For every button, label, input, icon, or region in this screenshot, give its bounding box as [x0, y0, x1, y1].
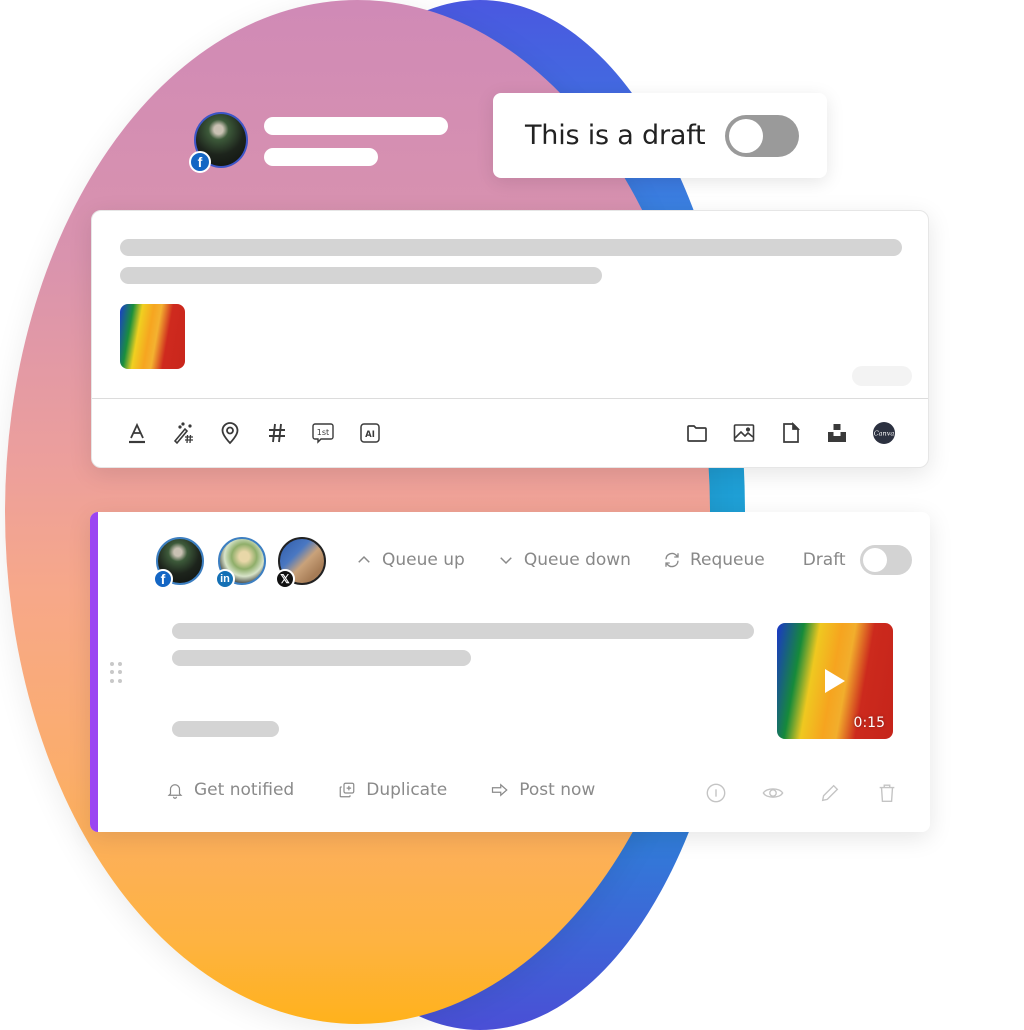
character-counter	[852, 366, 912, 386]
x-icon: 𝕏	[275, 569, 295, 589]
get-notified-label: Get notified	[194, 780, 295, 800]
facebook-icon: f	[189, 151, 211, 173]
draft-toggle[interactable]	[859, 545, 912, 575]
account-name-placeholder	[264, 117, 448, 135]
chevron-up-icon	[358, 555, 370, 563]
unsplash-icon[interactable]	[823, 419, 851, 447]
queue-post-card[interactable]: f in 𝕏 Queue up Queue down Requeue Draft…	[90, 512, 930, 832]
duplicate-button[interactable]: Duplicate	[338, 780, 447, 800]
drag-handle-icon[interactable]	[110, 662, 122, 684]
toggle-knob	[862, 548, 887, 572]
queue-down-button[interactable]: Queue down	[497, 550, 631, 570]
refresh-icon	[665, 552, 679, 568]
post-footer-actions: Get notified Duplicate Post now	[166, 780, 639, 800]
video-thumbnail[interactable]: 0:15	[777, 623, 893, 739]
text-placeholder-line	[120, 267, 602, 284]
queue-up-label: Queue up	[382, 550, 465, 570]
text-placeholder-line	[172, 721, 279, 737]
document-icon[interactable]	[777, 419, 805, 447]
text-placeholder-line	[172, 623, 754, 639]
draft-card: This is a draft	[493, 93, 827, 178]
trash-icon[interactable]	[876, 782, 898, 804]
post-status-accent	[90, 512, 98, 832]
image-icon[interactable]	[730, 419, 758, 447]
draft-toggle[interactable]	[725, 114, 800, 157]
text-placeholder-line	[120, 239, 902, 256]
composer-toolbar: 1st AI Canva	[92, 399, 928, 469]
draft-label: This is a draft	[525, 120, 706, 151]
svg-text:Canva: Canva	[874, 430, 895, 438]
account-handle-placeholder	[264, 148, 378, 166]
duplicate-label: Duplicate	[366, 780, 448, 800]
queue-up-button[interactable]: Queue up	[355, 550, 465, 570]
text-format-icon[interactable]	[123, 419, 151, 447]
location-pin-icon[interactable]	[216, 419, 244, 447]
get-notified-button[interactable]: Get notified	[166, 780, 294, 800]
hashtag-icon[interactable]	[263, 419, 291, 447]
info-icon[interactable]	[705, 782, 727, 804]
queue-down-label: Queue down	[523, 550, 631, 570]
queue-actions: Queue up Queue down Requeue Draft	[355, 542, 912, 578]
requeue-button[interactable]: Requeue	[663, 550, 765, 570]
requeue-label: Requeue	[689, 550, 765, 570]
post-now-label: Post now	[519, 780, 596, 800]
magic-hashtag-icon[interactable]	[169, 419, 197, 447]
ai-assistant-icon[interactable]: AI	[356, 419, 384, 447]
toggle-knob	[729, 118, 764, 153]
folder-icon[interactable]	[683, 419, 711, 447]
text-placeholder-line	[172, 650, 471, 666]
video-duration: 0:15	[853, 715, 885, 731]
svg-text:AI: AI	[365, 430, 375, 440]
post-composer[interactable]: 1st AI Canva	[91, 210, 929, 468]
bell-icon	[167, 784, 183, 799]
first-comment-icon[interactable]: 1st	[309, 419, 337, 447]
arrow-right-icon	[492, 783, 508, 797]
chevron-down-icon	[500, 557, 512, 565]
post-now-button[interactable]: Post now	[491, 780, 595, 800]
play-icon[interactable]	[825, 669, 845, 693]
preview-eye-icon[interactable]	[762, 782, 784, 804]
svg-text:1st: 1st	[317, 428, 329, 437]
canva-icon[interactable]: Canva	[870, 419, 898, 447]
post-icon-actions	[705, 782, 930, 804]
image-thumbnail[interactable]	[120, 304, 185, 369]
linkedin-icon: in	[215, 569, 235, 589]
duplicate-icon	[339, 782, 355, 798]
draft-label: Draft	[802, 550, 846, 570]
edit-pencil-icon[interactable]	[819, 782, 841, 804]
facebook-icon: f	[153, 569, 173, 589]
